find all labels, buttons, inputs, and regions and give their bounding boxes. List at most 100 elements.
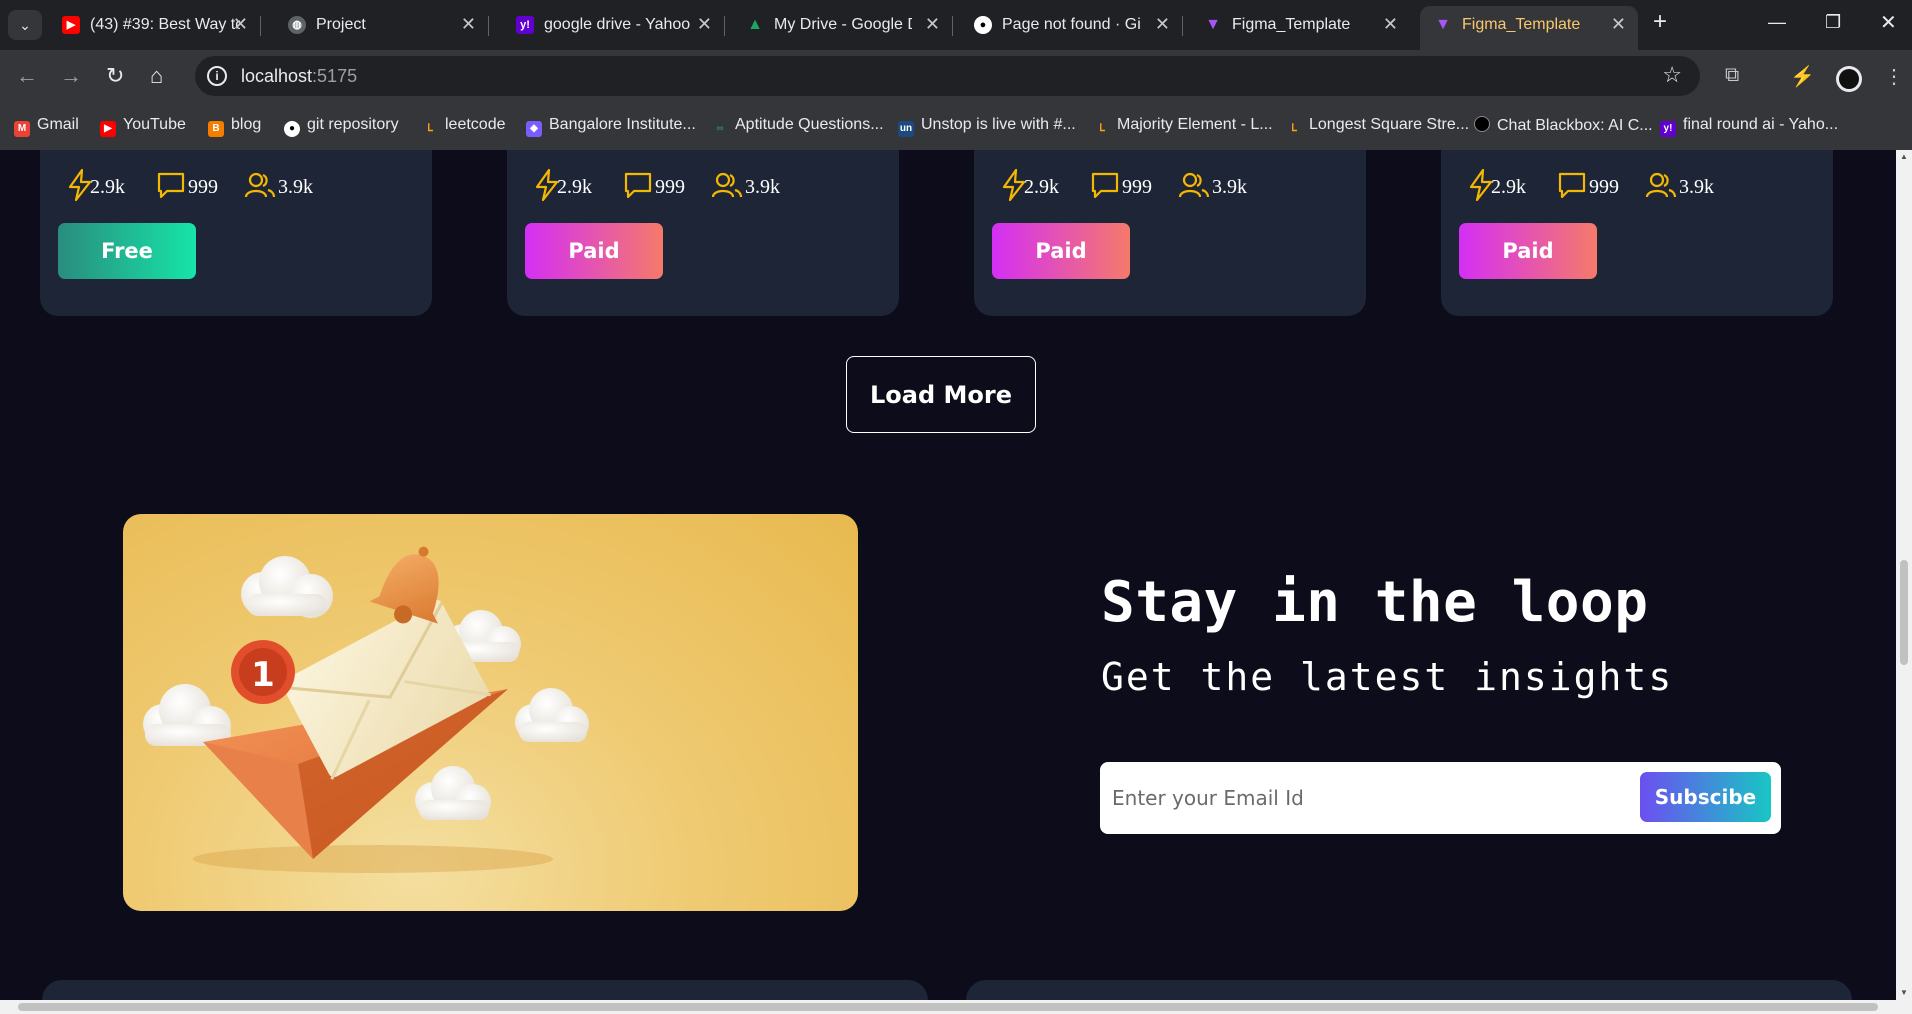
scrollbar-thumb[interactable] xyxy=(18,1003,1878,1011)
users-icon xyxy=(1178,172,1210,198)
close-tab-icon[interactable]: ✕ xyxy=(461,14,476,35)
vertical-scrollbar[interactable]: ▲ ▼ xyxy=(1896,150,1912,1000)
scroll-up-icon[interactable]: ▲ xyxy=(1900,152,1908,161)
github-icon: ● xyxy=(974,16,992,34)
leetcode-icon: ᒪ xyxy=(1291,123,1297,134)
cloud-icon xyxy=(143,684,231,746)
close-window-icon[interactable]: ✕ xyxy=(1880,10,1897,35)
vite-icon: ▼ xyxy=(1435,16,1451,33)
site-info-icon[interactable]: i xyxy=(207,66,227,86)
tab-separator xyxy=(952,16,953,36)
bit-icon: ◆ xyxy=(526,121,542,137)
tab-separator xyxy=(724,16,725,36)
course-card: 2.9k 999 3.9k Paid xyxy=(974,150,1366,316)
bookmarks-bar: M Gmail ▶ YouTube Bblog ● git repository ᒪ l… xyxy=(0,100,1912,150)
bookmark-final-round-ai[interactable]: y! final round ai - Yaho... xyxy=(1660,116,1838,137)
cloud-icon xyxy=(415,766,491,820)
paid-button[interactable]: Paid xyxy=(992,223,1130,279)
bookmark-gmail[interactable]: M Gmail xyxy=(14,116,79,137)
close-tab-icon[interactable]: ✕ xyxy=(925,14,940,35)
bookmark-longest-square[interactable]: ᒪ Longest Square Stre... xyxy=(1286,116,1469,137)
browser-tab[interactable]: ● Page not found · Git ✕ xyxy=(960,6,1183,44)
browser-tab-strip: ⌄ ▶ (43) #39: Best Way to ✕ ◍ Project ✕ … xyxy=(0,0,1912,50)
paid-button[interactable]: Paid xyxy=(525,223,663,279)
new-tab-icon[interactable]: + xyxy=(1653,8,1667,36)
bookmark-git-repository[interactable]: ● git repository xyxy=(284,116,399,137)
close-tab-icon[interactable]: ✕ xyxy=(697,14,712,35)
url-text[interactable]: localhost:5175 xyxy=(241,66,357,87)
address-bar[interactable]: i localhost:5175 ☆ xyxy=(195,56,1700,96)
forward-icon[interactable]: → xyxy=(60,63,82,89)
vite-icon: ▼ xyxy=(1205,16,1221,33)
browser-tab[interactable]: ◍ Project ✕ xyxy=(274,6,489,44)
tab-search-button[interactable]: ⌄ xyxy=(8,10,42,40)
url-port: :5175 xyxy=(312,66,358,86)
home-icon[interactable]: ⌂ xyxy=(150,63,163,89)
close-tab-icon[interactable]: ✕ xyxy=(233,14,248,35)
bookmark-star-icon[interactable]: ☆ xyxy=(1662,62,1682,88)
comment-icon xyxy=(1558,172,1586,199)
bookmark-bangalore-institute[interactable]: ◆ Bangalore Institute... xyxy=(526,116,696,137)
bookmark-label: git repository xyxy=(307,116,399,133)
horizontal-scrollbar[interactable] xyxy=(0,1000,1912,1014)
browser-tab[interactable]: ▶ (43) #39: Best Way to ✕ xyxy=(48,6,261,44)
comment-icon xyxy=(157,172,185,199)
stat-value: 999 xyxy=(1122,176,1152,198)
bookmark-majority-element[interactable]: ᒪ Majority Element - L... xyxy=(1094,116,1272,137)
stat-value: 2.9k xyxy=(557,176,592,198)
bookmark-label: Gmail xyxy=(37,116,79,133)
restore-icon[interactable]: ❐ xyxy=(1825,12,1841,33)
back-icon[interactable]: ← xyxy=(16,63,38,89)
minimize-icon[interactable]: — xyxy=(1768,12,1786,33)
free-button[interactable]: Free xyxy=(58,223,196,279)
bookmark-aptitude-questions[interactable]: ∞ Aptitude Questions... xyxy=(712,116,884,137)
url-host: localhost xyxy=(241,66,313,86)
performance-icon[interactable]: ⚡ xyxy=(1790,64,1815,89)
gmail-icon: M xyxy=(14,121,30,137)
page-content: 2.9k 999 3.9k Free 2.9k 999 3.9k Paid 2.… xyxy=(0,150,1896,1000)
tab-title: My Drive - Google D xyxy=(774,16,912,33)
youtube-icon: ▶ xyxy=(62,16,80,34)
browser-tab[interactable]: y! google drive - Yahoo ✕ xyxy=(502,6,725,44)
bookmark-unstop[interactable]: un Unstop is live with #... xyxy=(898,116,1076,137)
course-card: 2.9k 999 3.9k Free xyxy=(40,150,432,316)
tab-title: (43) #39: Best Way to xyxy=(90,16,240,33)
browser-tab-active[interactable]: ▼ Figma_Template ✕ xyxy=(1420,6,1638,50)
bookmark-leetcode[interactable]: ᒪ leetcode xyxy=(422,116,505,137)
reload-icon[interactable]: ↻ xyxy=(106,63,124,89)
close-tab-icon[interactable]: ✕ xyxy=(1611,14,1626,35)
scrollbar-thumb[interactable] xyxy=(1900,560,1908,665)
bookmark-label: final round ai - Yaho... xyxy=(1683,116,1839,133)
stat-value: 3.9k xyxy=(1679,176,1714,198)
subscribe-button[interactable]: Subscibe xyxy=(1640,772,1771,822)
cloud-icon xyxy=(515,688,589,742)
leetcode-icon: ᒪ xyxy=(1099,123,1105,134)
stat-value: 2.9k xyxy=(1491,176,1526,198)
bookmark-label: Aptitude Questions... xyxy=(735,116,884,133)
users-icon xyxy=(711,172,743,198)
tab-title: Page not found · Git xyxy=(1002,16,1140,33)
bookmark-label: Bangalore Institute... xyxy=(549,116,696,133)
bookmark-blog[interactable]: Bblog xyxy=(208,116,261,137)
browser-menu-icon[interactable]: ⋮ xyxy=(1884,64,1904,89)
bookmark-youtube[interactable]: ▶ YouTube xyxy=(100,116,186,137)
scroll-down-icon[interactable]: ▼ xyxy=(1900,988,1908,997)
unstop-icon: un xyxy=(898,121,914,137)
close-tab-icon[interactable]: ✕ xyxy=(1155,14,1170,35)
close-tab-icon[interactable]: ✕ xyxy=(1383,14,1398,35)
bookmark-label: blog xyxy=(231,116,262,133)
tab-title: Figma_Template xyxy=(1462,16,1581,33)
email-input[interactable] xyxy=(1112,778,1612,818)
load-more-button[interactable]: Load More xyxy=(846,356,1036,433)
profile-avatar[interactable] xyxy=(1836,66,1862,92)
blogger-icon: B xyxy=(208,121,224,137)
bookmark-label: Chat Blackbox: AI C... xyxy=(1497,117,1653,134)
users-icon xyxy=(1645,172,1677,198)
tab-title: Figma_Template xyxy=(1232,16,1351,33)
extensions-icon[interactable]: ⧉ xyxy=(1725,64,1739,87)
browser-tab[interactable]: ▼ Figma_Template ✕ xyxy=(1190,6,1410,44)
bookmark-chat-blackbox[interactable]: Chat Blackbox: AI C... xyxy=(1474,116,1653,135)
browser-tab[interactable]: ▲ My Drive - Google D ✕ xyxy=(732,6,953,44)
tab-title: google drive - Yahoo xyxy=(544,16,691,33)
paid-button[interactable]: Paid xyxy=(1459,223,1597,279)
